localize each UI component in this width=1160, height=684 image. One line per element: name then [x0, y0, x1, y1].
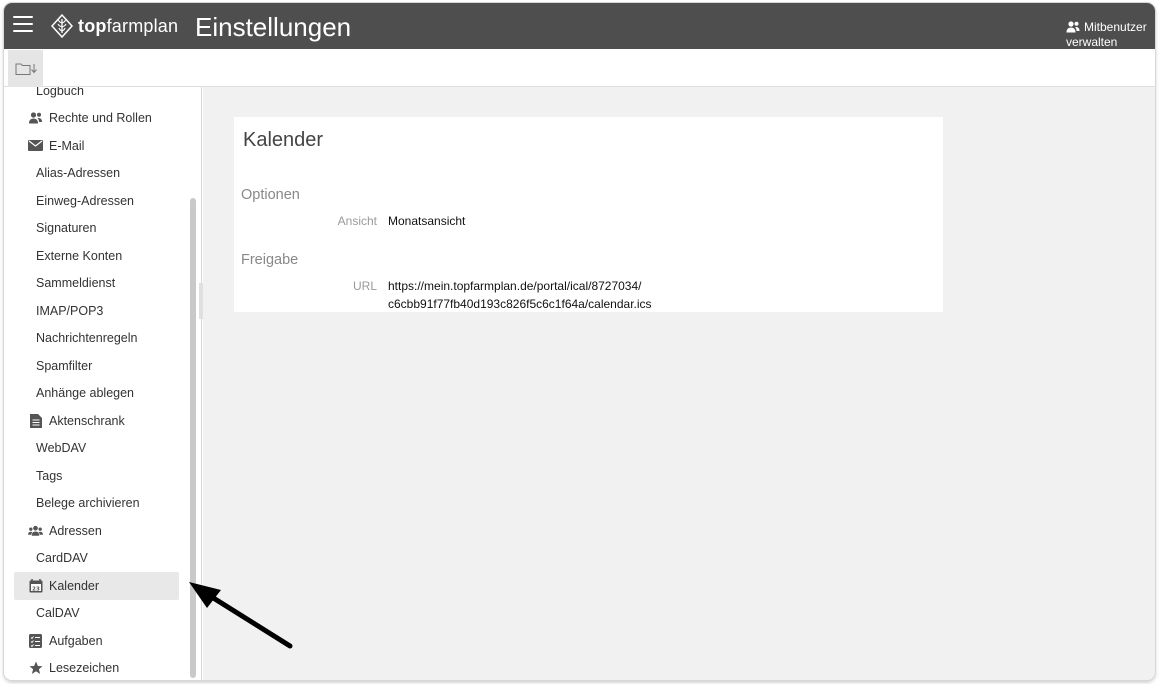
sidebar-item-e-mail[interactable]: E-Mail — [14, 132, 179, 160]
sidebar-item-label: Lesezeichen — [49, 661, 120, 676]
sidebar-scrollbar[interactable] — [190, 198, 196, 678]
page-title: Einstellungen — [195, 12, 352, 42]
sidebar-item-label: Logbuch — [36, 87, 84, 98]
sidebar-item-nachrichtenregeln[interactable]: Nachrichtenregeln — [14, 325, 179, 353]
sidebar-item-adressen[interactable]: Adressen — [14, 517, 179, 545]
menu-icon[interactable] — [13, 16, 33, 34]
sidebar-item-externe-konten[interactable]: Externe Konten — [14, 242, 179, 270]
sidebar-item-label: Nachrichtenregeln — [36, 331, 138, 346]
sidebar-item-aktenschrank[interactable]: Aktenschrank — [14, 407, 179, 435]
view-value[interactable]: Monatsansicht — [388, 212, 465, 230]
calendar-url-line-2: c6cbb91f77fb40d193c826f5c6c1f64a/calenda… — [388, 297, 652, 311]
sidebar-item-aufgaben[interactable]: Aufgaben — [14, 627, 179, 655]
sidebar-item-label: Belege archivieren — [36, 496, 140, 511]
calendar-url-line-1: https://mein.topfarmplan.de/portal/ical/… — [388, 279, 642, 293]
users-icon — [28, 111, 43, 125]
sidebar-item-alias-adressen[interactable]: Alias-Adressen — [14, 160, 179, 188]
logo-text: topfarmplan — [78, 15, 179, 36]
sidebar-item-label: CardDAV — [36, 551, 88, 566]
sidebar-item-carddav[interactable]: CardDAV — [14, 545, 179, 573]
sidebar-item-label: Spamfilter — [36, 358, 93, 373]
sidebar-item-label: CalDAV — [36, 606, 80, 621]
view-label: Ansicht — [337, 214, 377, 228]
sidebar-item-tags[interactable]: Tags — [14, 462, 179, 490]
sidebar-item-label: Adressen — [49, 523, 102, 538]
sidebar-item-label: Anhänge ablegen — [36, 386, 135, 401]
panel-title: Kalender — [243, 129, 324, 151]
sidebar-item-label: Kalender — [49, 578, 100, 593]
star-icon — [28, 661, 43, 675]
users-icon — [1066, 21, 1080, 33]
sidebar-item-sammeldienst[interactable]: Sammeldienst — [14, 270, 179, 298]
sidebar-item-rechte-und-rollen[interactable]: Rechte und Rollen — [14, 105, 179, 133]
document-icon — [28, 413, 43, 428]
sidebar-item-label: Alias-Adressen — [36, 166, 121, 181]
wheat-logo-icon — [50, 14, 74, 38]
toolbar — [4, 49, 1155, 87]
sharing-section-title: Freigabe — [241, 252, 299, 268]
main-content: Kalender Optionen Ansicht Monatsansicht … — [203, 87, 1155, 680]
sidebar-item-label: Tags — [36, 468, 63, 483]
calendar-icon: 23 — [28, 578, 43, 593]
sidebar-item-einweg-adressen[interactable]: Einweg-Adressen — [14, 187, 179, 215]
sidebar-item-label: Aufgaben — [49, 633, 103, 648]
sidebar-item-signaturen[interactable]: Signaturen — [14, 215, 179, 243]
settings-sidebar: Logbuch Rechte und Rollen E-Mail Alias-Adre… — [4, 87, 202, 680]
sidebar-item-logbuch[interactable]: Logbuch — [14, 87, 179, 105]
envelope-icon — [28, 139, 43, 153]
options-section-title: Optionen — [241, 187, 300, 203]
sidebar-item-label: Rechte und Rollen — [49, 111, 152, 126]
sidebar-item-label: Signaturen — [36, 221, 97, 236]
app-header: topfarmplan Einstellungen Mitbenutzer ve… — [4, 3, 1155, 49]
sidebar-item-label: WebDAV — [36, 441, 87, 456]
sidebar-item-spamfilter[interactable]: Spamfilter — [14, 352, 179, 380]
sidebar-item-anhänge-ablegen[interactable]: Anhänge ablegen — [14, 380, 179, 408]
calendar-settings-panel: Kalender Optionen Ansicht Monatsansicht … — [234, 117, 943, 312]
app-window: topfarmplan Einstellungen Mitbenutzer ve… — [4, 3, 1155, 680]
svg-text:23: 23 — [32, 586, 40, 592]
sidebar-item-label: E-Mail — [49, 138, 85, 153]
sidebar-item-belege-archivieren[interactable]: Belege archivieren — [14, 490, 179, 518]
sidebar-nav-list: Logbuch Rechte und Rollen E-Mail Alias-Adre… — [4, 87, 188, 680]
sidebar-item-label: Externe Konten — [36, 248, 123, 263]
calendar-url-value[interactable]: https://mein.topfarmplan.de/portal/ical/… — [388, 277, 688, 313]
sidebar-item-webdav[interactable]: WebDAV — [14, 435, 179, 463]
sidebar-item-lesezeichen[interactable]: Lesezeichen — [14, 655, 179, 681]
sidebar-item-caldav[interactable]: CalDAV — [14, 600, 179, 628]
manage-cousers-button[interactable]: Mitbenutzer verwalten — [1066, 20, 1155, 49]
app-logo[interactable]: topfarmplan — [50, 11, 178, 41]
sidebar-item-label: IMAP/POP3 — [36, 303, 104, 318]
sidebar-item-label: Sammeldienst — [36, 276, 116, 291]
sidebar-item-label: Einweg-Adressen — [36, 193, 134, 208]
sidebar-item-label: Aktenschrank — [49, 413, 125, 428]
sidebar-item-kalender[interactable]: 23 Kalender — [14, 572, 179, 600]
tasks-icon — [28, 633, 43, 648]
contacts-icon — [28, 524, 43, 538]
folder-download-icon — [15, 63, 37, 75]
folder-down-button[interactable] — [8, 50, 43, 87]
url-label: URL — [352, 279, 377, 293]
sidebar-item-imap-pop3[interactable]: IMAP/POP3 — [14, 297, 179, 325]
